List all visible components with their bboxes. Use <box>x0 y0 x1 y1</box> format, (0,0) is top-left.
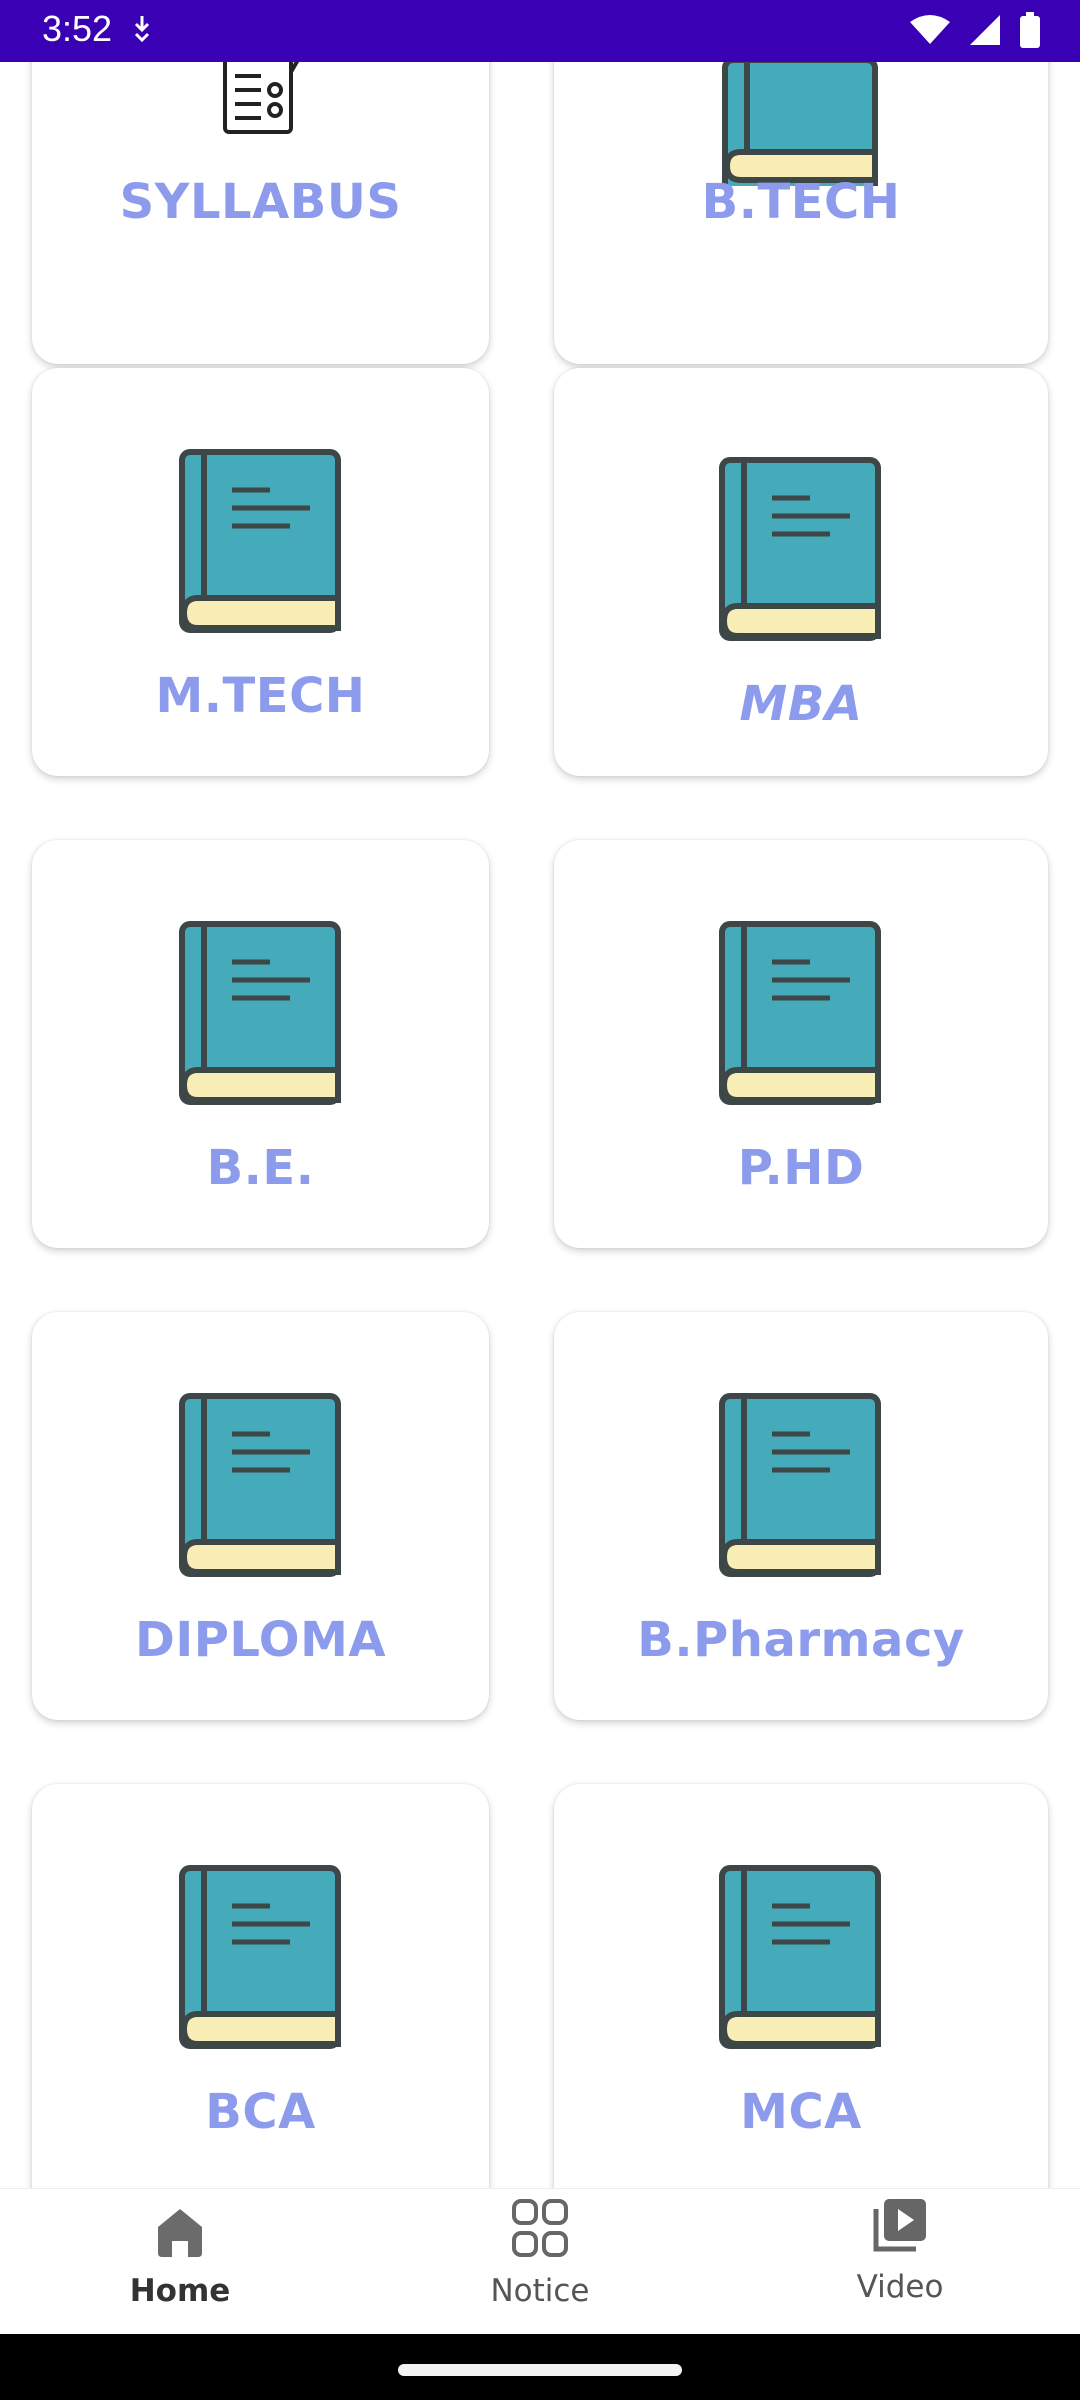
signal-icon <box>968 13 1002 52</box>
home-gesture-handle[interactable] <box>398 2364 682 2376</box>
course-card-btech[interactable]: B.TECH <box>554 62 1048 364</box>
course-label: P.HD <box>737 1140 865 1196</box>
home-icon <box>150 2201 210 2265</box>
course-card-mba[interactable]: MBA <box>554 368 1048 776</box>
book-icon <box>178 1864 344 2054</box>
syllabus-icon <box>211 62 311 138</box>
course-card-bpharmacy[interactable]: B.Pharmacy <box>554 1312 1048 1720</box>
nav-notice-label: Notice <box>490 2273 590 2309</box>
nav-home-label: Home <box>129 2273 231 2309</box>
nav-home[interactable]: Home <box>0 2189 360 2335</box>
course-label: B.TECH <box>701 174 901 230</box>
book-icon <box>718 456 884 646</box>
course-card-mtech[interactable]: M.TECH <box>32 368 489 776</box>
book-icon <box>718 920 884 1110</box>
book-icon <box>718 1392 884 1582</box>
status-time: 3:52 <box>42 8 113 49</box>
download-icon <box>130 14 154 49</box>
course-label: SYLLABUS <box>119 174 402 230</box>
book-icon <box>721 62 881 223</box>
course-grid[interactable]: SYLLABUS B.TECH M.TECH MBA B.E. P.HD DIP… <box>0 62 1080 2188</box>
video-library-icon <box>870 2195 930 2259</box>
course-label: DIPLOMA <box>135 1612 386 1668</box>
course-label: B.E. <box>206 1140 315 1196</box>
book-icon <box>178 448 344 638</box>
course-card-diploma[interactable]: DIPLOMA <box>32 1312 489 1720</box>
course-label: M.TECH <box>155 668 366 724</box>
course-label: B.Pharmacy <box>637 1612 965 1668</box>
course-card-syllabus[interactable]: SYLLABUS <box>32 62 489 364</box>
course-label: MBA <box>739 676 863 732</box>
course-card-mca[interactable]: MCA <box>554 1784 1048 2188</box>
book-icon <box>178 1392 344 1582</box>
nav-video-label: Video <box>856 2269 944 2305</box>
bottom-navigation: Home Notice Video <box>0 2188 1080 2335</box>
book-icon <box>718 1864 884 2054</box>
grid-icon <box>510 2197 570 2265</box>
wifi-icon <box>910 14 950 51</box>
book-icon <box>178 920 344 1110</box>
gesture-bar <box>0 2334 1080 2400</box>
status-bar: 3:52 <box>0 0 1080 62</box>
course-card-phd[interactable]: P.HD <box>554 840 1048 1248</box>
battery-icon <box>1020 12 1040 53</box>
course-card-be[interactable]: B.E. <box>32 840 489 1248</box>
course-label: MCA <box>740 2084 862 2140</box>
nav-notice[interactable]: Notice <box>360 2189 720 2335</box>
course-label: BCA <box>205 2084 316 2140</box>
course-card-bca[interactable]: BCA <box>32 1784 489 2188</box>
nav-video[interactable]: Video <box>720 2189 1080 2335</box>
